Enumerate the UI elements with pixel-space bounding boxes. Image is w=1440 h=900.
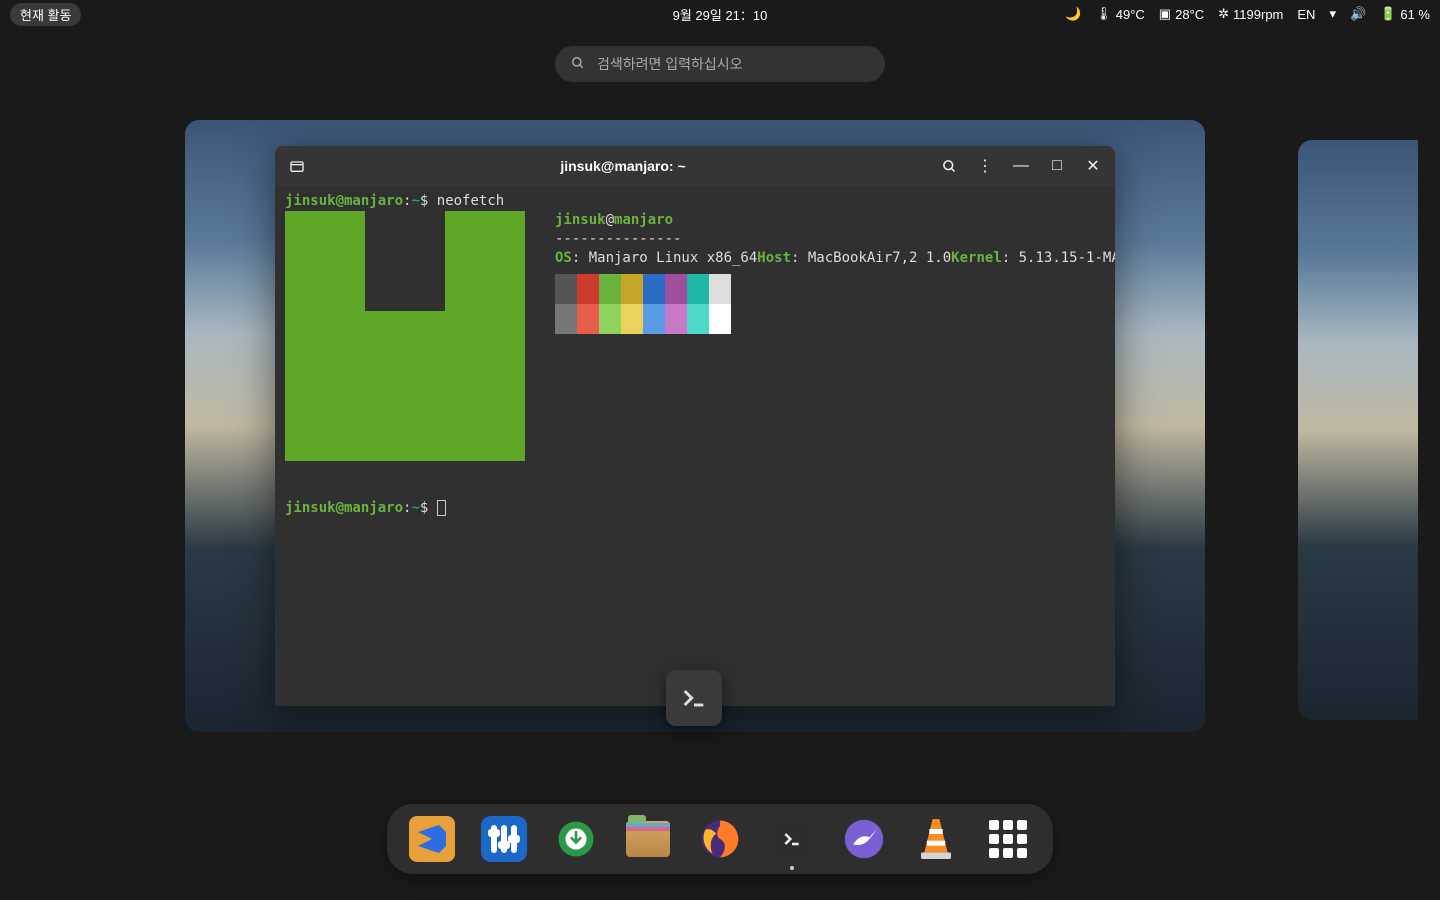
app-downloads[interactable]	[553, 816, 599, 862]
terminal-window[interactable]: jinsuk@manjaro: ~ ⋮ — □ ✕ jinsuk@manjaro…	[275, 146, 1115, 706]
app-vscode[interactable]	[409, 816, 455, 862]
workspace-preview-next[interactable]	[1298, 140, 1418, 720]
app-files[interactable]	[625, 816, 671, 862]
volume-icon: 🔊	[1350, 6, 1366, 22]
color-swatch	[665, 274, 687, 304]
color-swatch	[599, 304, 621, 334]
battery: 🔋 61 %	[1380, 6, 1430, 22]
neofetch-row: OS: Manjaro Linux x86_64	[555, 250, 757, 266]
fan-speed: ✲ 1199rpm	[1218, 6, 1283, 22]
color-swatch	[577, 304, 599, 334]
keyboard-lang[interactable]: EN	[1297, 7, 1315, 22]
color-swatch	[577, 274, 599, 304]
dock	[387, 804, 1053, 874]
color-swatch	[665, 304, 687, 334]
search-icon	[571, 56, 585, 73]
color-swatch	[621, 274, 643, 304]
manjaro-logo	[285, 211, 525, 461]
maximize-button[interactable]: □	[1041, 150, 1073, 182]
color-swatch	[555, 304, 577, 334]
app-firefox[interactable]	[697, 816, 743, 862]
color-swatch	[621, 304, 643, 334]
color-swatch	[687, 274, 709, 304]
clock[interactable]: 9월 29일 21：10	[673, 5, 768, 24]
color-swatch	[643, 274, 665, 304]
terminal-body[interactable]: jinsuk@manjaro:~$ neofetch jinsuk@manjar…	[275, 186, 1115, 706]
search-input[interactable]: 검색하려면 입력하십시오	[555, 46, 885, 82]
color-swatch	[643, 304, 665, 334]
minimize-button[interactable]: —	[1005, 150, 1037, 182]
terminal-titlebar[interactable]: jinsuk@manjaro: ~ ⋮ — □ ✕	[275, 146, 1115, 186]
gpu-temp: ▣ 28°C	[1159, 6, 1204, 22]
neofetch-row: Host: MacBookAir7,2 1.0	[757, 250, 951, 266]
status-area[interactable]: 🌙 🌡 49°C ▣ 28°C ✲ 1199rpm EN ▾ 🔊 🔋 61 %	[1065, 6, 1430, 22]
cpu-temp: 🌡 49°C	[1095, 6, 1145, 22]
cursor	[437, 500, 446, 516]
color-swatch	[709, 274, 731, 304]
color-swatches-light	[555, 304, 1115, 334]
color-swatches-dark	[555, 274, 1115, 304]
terminal-search-button[interactable]	[933, 150, 965, 182]
show-apps-button[interactable]	[985, 816, 1031, 862]
color-swatch	[687, 304, 709, 334]
color-swatch	[599, 274, 621, 304]
wifi-icon: ▾	[1329, 6, 1336, 22]
activities-button[interactable]: 현재 활동	[10, 3, 81, 26]
neofetch-row: Kernel: 5.13.15-1-MANJARO	[951, 250, 1115, 266]
color-swatch	[709, 304, 731, 334]
app-settings[interactable]	[481, 816, 527, 862]
search-placeholder: 검색하려면 입력하십시오	[597, 54, 743, 74]
window-app-icon[interactable]	[666, 670, 722, 726]
new-tab-button[interactable]	[281, 150, 313, 182]
close-button[interactable]: ✕	[1077, 150, 1109, 182]
app-vlc[interactable]	[913, 816, 959, 862]
neofetch-output: jinsuk@manjaro---------------OS: Manjaro…	[555, 211, 1115, 461]
app-terminal[interactable]	[769, 816, 815, 862]
app-konqueror[interactable]	[841, 816, 887, 862]
terminal-title: jinsuk@manjaro: ~	[317, 158, 929, 174]
terminal-menu-button[interactable]: ⋮	[969, 150, 1001, 182]
color-swatch	[555, 274, 577, 304]
top-bar: 현재 활동 9월 29일 21：10 🌙 🌡 49°C ▣ 28°C ✲ 119…	[0, 0, 1440, 28]
night-light-icon: 🌙	[1065, 6, 1081, 22]
